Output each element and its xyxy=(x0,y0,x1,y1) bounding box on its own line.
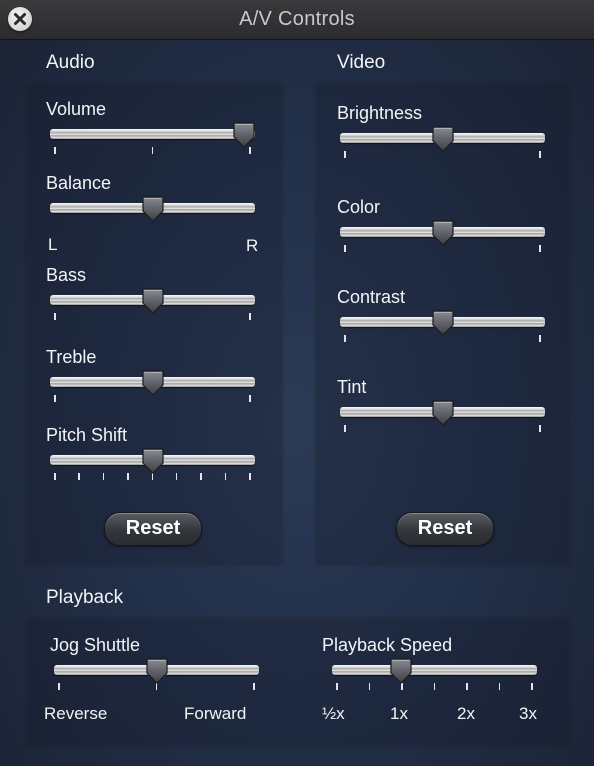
brightness-label: Brightness xyxy=(337,103,423,123)
slider-thumb[interactable] xyxy=(431,220,455,246)
color-slider[interactable] xyxy=(340,220,545,257)
slider-tick xyxy=(368,683,370,690)
jog-shuttle-label: Jog Shuttle xyxy=(50,635,141,655)
slider-tick xyxy=(539,335,541,342)
audio-section-label: Audio xyxy=(46,52,95,73)
speed-tick-1x: 1x xyxy=(390,704,408,723)
balance-right-label: R xyxy=(246,236,259,255)
playback-section-label: Playback xyxy=(46,587,124,608)
tint-label: Tint xyxy=(337,377,367,397)
treble-label: Treble xyxy=(46,347,97,367)
volume-label: Volume xyxy=(46,99,107,119)
balance-label: Balance xyxy=(46,173,112,193)
slider-thumb[interactable] xyxy=(141,196,165,222)
jog-reverse-label: Reverse xyxy=(44,704,108,723)
slider-tick xyxy=(127,473,129,480)
slider-tick xyxy=(54,473,56,480)
contrast-label: Contrast xyxy=(337,287,406,307)
jog-forward-label: Forward xyxy=(184,704,247,723)
slider-track[interactable] xyxy=(50,129,255,139)
slider-tick xyxy=(539,425,541,432)
slider-tick xyxy=(344,245,346,252)
slider-thumb[interactable] xyxy=(232,122,256,148)
treble-slider[interactable] xyxy=(50,370,255,407)
slider-thumb[interactable] xyxy=(141,370,165,396)
title-bar: A/V Controls xyxy=(0,0,594,40)
slider-tick xyxy=(54,147,56,154)
contrast-slider[interactable] xyxy=(340,310,545,347)
slider-tick xyxy=(249,473,251,480)
color-label: Color xyxy=(337,197,381,217)
slider-thumb[interactable] xyxy=(431,126,455,152)
brightness-slider[interactable] xyxy=(340,126,545,163)
slider-tick xyxy=(200,473,202,480)
slider-tick xyxy=(54,313,56,320)
slider-thumb[interactable] xyxy=(141,288,165,314)
video-reset-button[interactable]: Reset xyxy=(396,512,494,546)
playback-speed-slider[interactable] xyxy=(332,658,537,695)
slider-tick xyxy=(433,683,435,690)
slider-thumb[interactable] xyxy=(431,400,455,426)
slider-thumb[interactable] xyxy=(141,448,165,474)
slider-tick xyxy=(401,683,403,690)
slider-tick xyxy=(78,473,80,480)
slider-tick xyxy=(175,473,178,480)
video-section-label: Video xyxy=(337,52,386,73)
jog-shuttle-slider[interactable] xyxy=(54,658,259,695)
slider-tick xyxy=(539,245,541,252)
slider-tick xyxy=(249,313,251,320)
volume-slider[interactable] xyxy=(50,122,256,159)
slider-tick xyxy=(155,683,157,690)
slider-tick xyxy=(249,147,251,154)
speed-tick-2x: 2x xyxy=(457,704,475,723)
bass-label: Bass xyxy=(46,265,87,285)
slider-tick xyxy=(253,683,255,690)
balance-left-label: L xyxy=(48,235,58,254)
bass-slider[interactable] xyxy=(50,288,255,325)
slider-track[interactable] xyxy=(332,665,537,675)
audio-reset-button[interactable]: Reset xyxy=(104,512,202,546)
slider-tick xyxy=(249,395,251,402)
slider-tick xyxy=(466,683,468,690)
speed-tick-half: ½x xyxy=(322,704,345,723)
pitch-shift-label: Pitch Shift xyxy=(46,425,128,445)
slider-thumb[interactable] xyxy=(431,310,455,336)
window-title: A/V Controls xyxy=(239,8,355,30)
tint-slider[interactable] xyxy=(340,400,545,437)
slider-tick xyxy=(336,683,338,690)
slider-tick xyxy=(344,151,346,158)
slider-tick xyxy=(58,683,60,690)
playback-speed-label: Playback Speed xyxy=(322,635,453,655)
pitch-shift-slider[interactable] xyxy=(50,448,255,485)
slider-thumb[interactable] xyxy=(145,658,169,684)
speed-tick-3x: 3x xyxy=(519,704,537,723)
slider-tick xyxy=(151,147,153,154)
slider-tick xyxy=(224,473,227,480)
slider-tick xyxy=(344,335,346,342)
slider-tick xyxy=(54,395,56,402)
slider-thumb[interactable] xyxy=(389,658,413,684)
balance-slider[interactable] xyxy=(50,196,255,233)
slider-tick xyxy=(539,151,541,158)
slider-tick xyxy=(344,425,346,432)
slider-tick xyxy=(151,473,153,480)
slider-tick xyxy=(531,683,533,690)
slider-tick xyxy=(498,683,500,690)
slider-tick xyxy=(102,473,105,480)
